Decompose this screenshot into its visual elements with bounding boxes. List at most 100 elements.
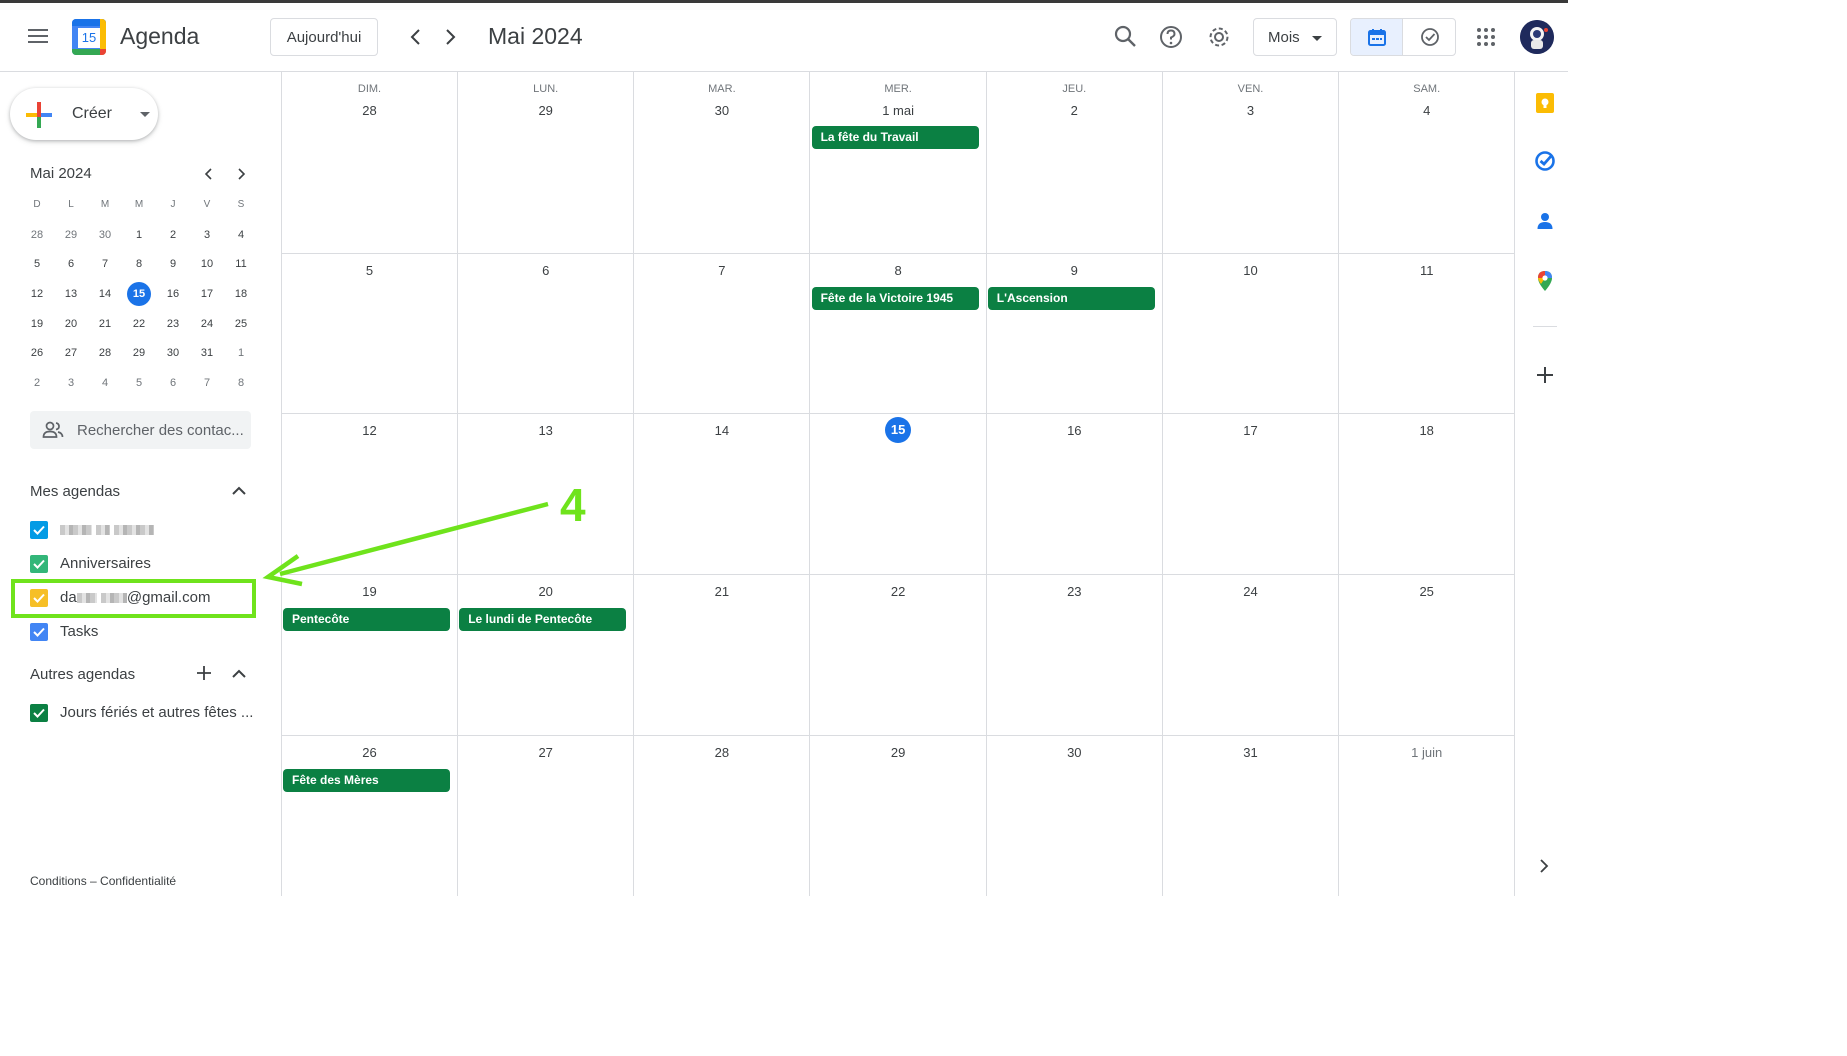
collapse-other-calendars-icon[interactable] (230, 665, 248, 683)
contact-search-field[interactable]: Rechercher des contac... (30, 411, 251, 449)
calendar-item-tasks[interactable]: Tasks (30, 620, 260, 644)
mini-day[interactable]: 31 (190, 347, 224, 359)
day-number[interactable]: 18 (1339, 423, 1514, 438)
day-number[interactable]: 2 (987, 103, 1162, 118)
mini-day[interactable]: 9 (156, 258, 190, 270)
keep-icon[interactable] (1534, 92, 1556, 114)
mini-day[interactable]: 8 (224, 377, 258, 389)
today-button[interactable]: Aujourd'hui (270, 18, 378, 56)
day-number[interactable]: 1 juin (1339, 745, 1514, 760)
maps-icon[interactable] (1534, 270, 1556, 292)
day-cell[interactable]: 28 (634, 736, 811, 896)
calendar-item-holidays[interactable]: Jours fériés et autres fêtes ... (30, 701, 260, 725)
mini-day[interactable]: 7 (88, 258, 122, 270)
day-cell[interactable]: 6 (458, 254, 635, 413)
day-number[interactable]: 7 (634, 263, 809, 278)
mini-day[interactable]: 22 (122, 318, 156, 330)
day-cell[interactable]: 13 (458, 414, 635, 574)
day-number[interactable]: 4 (1339, 103, 1514, 118)
calendar-item-personal[interactable] (30, 518, 260, 542)
mini-day[interactable]: 28 (88, 347, 122, 359)
day-number[interactable]: 12 (282, 423, 457, 438)
mini-day[interactable]: 5 (122, 377, 156, 389)
mini-day[interactable]: 4 (224, 229, 258, 241)
my-calendars-title[interactable]: Mes agendas (30, 483, 120, 500)
day-number[interactable]: 24 (1163, 584, 1338, 599)
day-number[interactable]: 28 (634, 745, 809, 760)
day-number[interactable]: 5 (282, 263, 457, 278)
day-number[interactable]: 13 (458, 423, 633, 438)
mini-day[interactable]: 26 (20, 347, 54, 359)
day-cell[interactable]: 1 juin (1339, 736, 1516, 896)
mini-day[interactable]: 2 (20, 377, 54, 389)
app-title[interactable]: Agenda (120, 23, 199, 50)
calendar-checkbox[interactable] (30, 521, 48, 539)
event-chip[interactable]: Pentecôte (283, 608, 450, 631)
create-dropdown-caret-icon[interactable] (140, 112, 150, 117)
day-cell[interactable]: VEN. 3 (1163, 72, 1339, 253)
day-number[interactable]: 27 (458, 745, 633, 760)
day-cell[interactable]: 5 (282, 254, 458, 413)
settings-gear-icon[interactable] (1205, 23, 1233, 51)
account-avatar[interactable] (1520, 20, 1554, 54)
help-icon[interactable] (1157, 23, 1185, 51)
day-cell[interactable]: 7 (634, 254, 811, 413)
other-calendars-title[interactable]: Autres agendas (30, 666, 135, 683)
mini-day[interactable]: 3 (190, 229, 224, 241)
event-chip[interactable]: Le lundi de Pentecôte (459, 608, 627, 631)
mini-day[interactable]: 6 (156, 377, 190, 389)
day-number-today[interactable]: 15 (811, 417, 986, 443)
mini-day[interactable]: 13 (54, 288, 88, 300)
contacts-icon[interactable] (1534, 210, 1556, 232)
mini-day[interactable]: 10 (190, 258, 224, 270)
calendar-checkbox[interactable] (30, 623, 48, 641)
mini-day[interactable]: 25 (224, 318, 258, 330)
mini-day[interactable]: 14 (88, 288, 122, 300)
mini-day[interactable]: 6 (54, 258, 88, 270)
day-cell[interactable]: 20 (458, 575, 635, 735)
day-cell[interactable]: DIM. 28 (282, 72, 458, 253)
day-cell[interactable]: 21 (634, 575, 811, 735)
mini-day[interactable]: 16 (156, 288, 190, 300)
day-number[interactable]: 17 (1163, 423, 1338, 438)
mini-day[interactable]: 21 (88, 318, 122, 330)
create-button[interactable]: Créer (10, 88, 158, 140)
day-cell[interactable]: 14 (634, 414, 811, 574)
day-number[interactable]: 9 (987, 263, 1162, 278)
day-number[interactable]: 31 (1163, 745, 1338, 760)
mini-day[interactable]: 28 (20, 229, 54, 241)
day-cell[interactable]: LUN. 29 (458, 72, 635, 253)
mini-chevron-right-icon[interactable] (231, 164, 251, 184)
day-cell[interactable]: 16 (987, 414, 1163, 574)
day-cell[interactable]: 12 (282, 414, 458, 574)
tasks-icon[interactable] (1534, 150, 1556, 172)
day-number[interactable]: 20 (458, 584, 633, 599)
day-cell[interactable]: 18 (1339, 414, 1516, 574)
mini-day[interactable]: 5 (20, 258, 54, 270)
day-number[interactable]: 26 (282, 745, 457, 760)
get-addons-plus-icon[interactable] (1534, 364, 1556, 386)
day-cell[interactable]: JEU. 2 (987, 72, 1163, 253)
mini-day[interactable]: 3 (54, 377, 88, 389)
mini-day[interactable]: 24 (190, 318, 224, 330)
day-cell[interactable]: 24 (1163, 575, 1339, 735)
day-number[interactable]: 19 (282, 584, 457, 599)
mini-day[interactable]: 30 (156, 347, 190, 359)
day-cell[interactable]: 31 (1163, 736, 1339, 896)
day-cell[interactable]: 15 (811, 414, 987, 574)
event-chip[interactable]: La fête du Travail (811, 126, 979, 149)
day-cell[interactable]: 23 (987, 575, 1163, 735)
main-menu-icon[interactable] (24, 25, 52, 49)
tasks-view-toggle[interactable] (1404, 19, 1455, 55)
mini-day[interactable]: 18 (224, 288, 258, 300)
day-number[interactable]: 21 (634, 584, 809, 599)
mini-day[interactable]: 29 (122, 347, 156, 359)
day-number[interactable]: 11 (1339, 263, 1514, 278)
day-cell[interactable]: MER. 1 mai (811, 72, 987, 253)
day-cell[interactable]: MAR. 30 (634, 72, 811, 253)
day-number[interactable]: 23 (987, 584, 1162, 599)
day-number[interactable]: 30 (987, 745, 1162, 760)
day-number[interactable]: 30 (634, 103, 809, 118)
day-number[interactable]: 22 (811, 584, 986, 599)
chevron-right-icon[interactable] (438, 25, 462, 49)
